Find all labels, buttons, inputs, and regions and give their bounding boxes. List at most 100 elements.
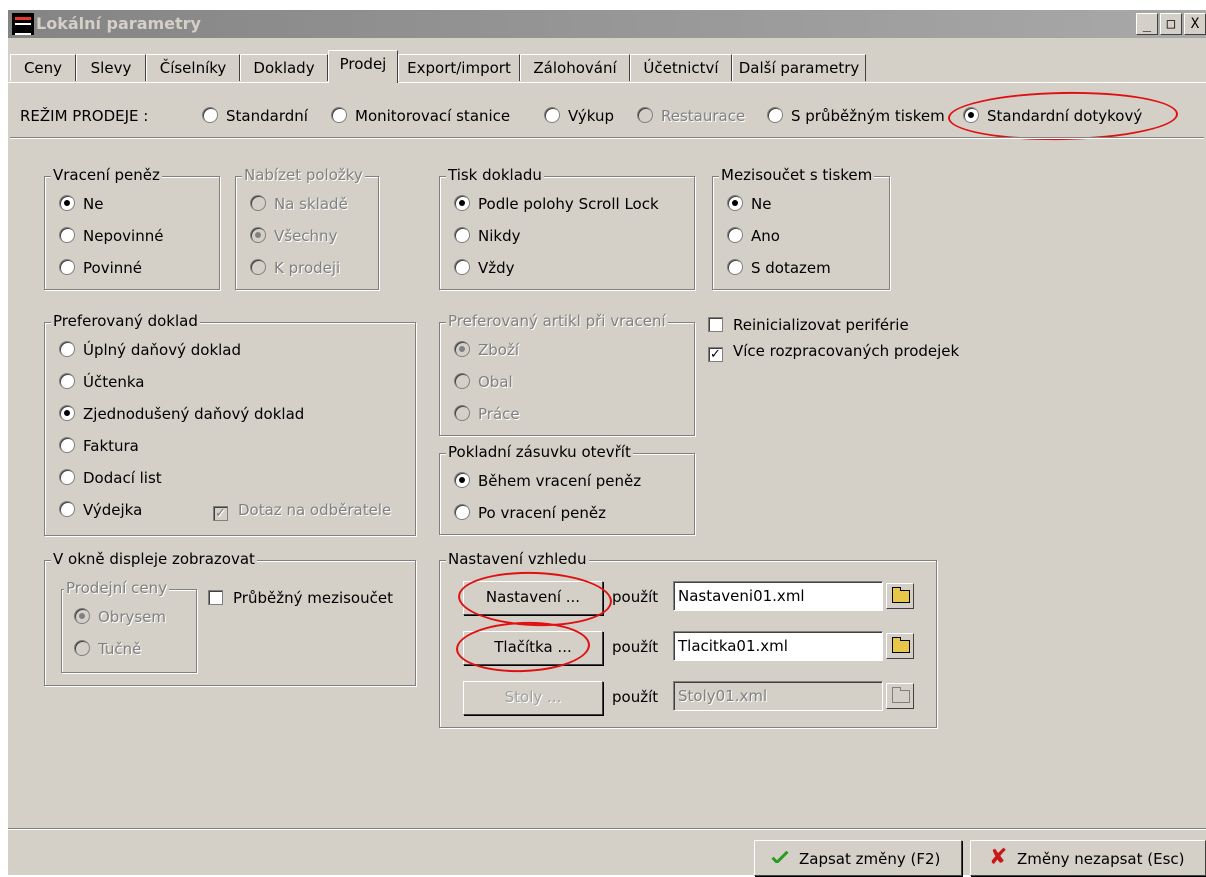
radio-icon <box>544 107 560 123</box>
radio-icon <box>59 469 75 485</box>
cancel-button[interactable]: ✘ Změny nezapsat (Esc) <box>970 840 1206 876</box>
radio-mezisoucet-ne[interactable]: Ne <box>727 195 771 213</box>
mode-option-prubezny-tisk[interactable]: S průběžným tiskem <box>767 107 945 125</box>
tab-doklady[interactable]: Doklady <box>240 54 328 81</box>
folder-icon <box>892 637 910 653</box>
radio-zbozi: Zboží <box>454 341 519 359</box>
group-title: Tisk dokladu <box>446 166 544 184</box>
radio-vsechny: Všechny <box>250 227 337 245</box>
radio-mezisoucet-ano[interactable]: Ano <box>727 227 780 245</box>
radio-nepovinne[interactable]: Nepovinné <box>59 227 163 245</box>
group-displej: V okně displeje zobrazovat Prodejní ceny… <box>44 550 416 686</box>
radio-dodaci-list[interactable]: Dodací list <box>59 469 162 487</box>
radio-vzdy[interactable]: Vždy <box>454 259 515 277</box>
cancel-label: Změny nezapsat (Esc) <box>1017 850 1185 868</box>
radio-zjednoduseny-doklad[interactable]: Zjednodušený daňový doklad <box>59 405 304 423</box>
window-title: Lokální parametry <box>36 14 201 33</box>
group-tisk-dokladu: Tisk dokladu Podle polohy Scroll Lock Ni… <box>439 166 695 290</box>
radio-selected-icon <box>727 195 743 211</box>
tab-ciselniky[interactable]: Číselníky <box>146 54 240 81</box>
radio-icon <box>454 405 470 421</box>
save-button[interactable]: Zapsat změny (F2) <box>754 840 962 876</box>
group-prodejni-ceny: Prodejní ceny Obrysem Tučně <box>61 579 197 673</box>
checkbox-prubezny-mezisoucet[interactable]: Průběžný mezisoučet <box>208 589 393 607</box>
option-label: Výkup <box>568 107 614 125</box>
option-label: Na skladě <box>274 195 348 213</box>
checkbox-reinicializovat[interactable]: Reinicializovat periférie <box>708 316 909 334</box>
tlacitka-button[interactable]: Tlačítka ... <box>463 631 603 665</box>
option-label: Ne <box>83 195 104 213</box>
footer-separator <box>8 828 1206 830</box>
radio-faktura[interactable]: Faktura <box>59 437 139 455</box>
radio-icon <box>454 227 470 243</box>
radio-icon <box>59 437 75 453</box>
radio-vydejka[interactable]: Výdejka <box>59 501 142 519</box>
option-label: Více rozpracovaných prodejek <box>733 342 960 360</box>
close-button[interactable]: X <box>1184 13 1206 35</box>
open-folder-button[interactable] <box>886 583 914 609</box>
option-label: Zjednodušený daňový doklad <box>83 405 305 423</box>
radio-icon <box>59 227 75 243</box>
radio-icon <box>59 373 75 389</box>
radio-icon <box>727 227 743 243</box>
tab-dalsi-parametry[interactable]: Další parametry <box>732 54 866 81</box>
use-label: použít <box>612 688 659 706</box>
title-bar[interactable]: Lokální parametry _ □ X <box>8 10 1206 38</box>
open-folder-button[interactable] <box>886 633 914 659</box>
tab-prodej[interactable]: Prodej <box>328 50 398 83</box>
radio-scroll-lock[interactable]: Podle polohy Scroll Lock <box>454 195 659 213</box>
option-label: Po vracení peněz <box>478 504 606 522</box>
group-title: Vracení peněz <box>51 166 162 184</box>
stoly-file-input: Stoly01.xml <box>673 681 883 711</box>
option-label: S průběžným tiskem <box>791 107 945 125</box>
checkbox-vice-prodejek[interactable]: ✓ Více rozpracovaných prodejek <box>708 342 959 362</box>
mode-option-restaurace: Restaurace <box>637 107 745 125</box>
group-vraceni-penez: Vracení peněz Ne Nepovinné Povinné <box>44 166 220 290</box>
radio-nikdy[interactable]: Nikdy <box>454 227 520 245</box>
radio-selected-icon <box>250 227 266 243</box>
radio-icon <box>74 640 90 656</box>
group-title: Nastavení vzhledu <box>446 550 589 568</box>
nastaveni-button[interactable]: Nastavení ... <box>463 581 603 615</box>
option-label: Tučně <box>98 640 142 658</box>
group-title: Mezisoučet s tiskem <box>719 166 875 184</box>
option-label: S dotazem <box>751 259 831 277</box>
group-title: V okně displeje zobrazovat <box>51 550 257 568</box>
radio-povinne[interactable]: Povinné <box>59 259 142 277</box>
radio-po-vraceni[interactable]: Po vracení peněz <box>454 504 606 522</box>
radio-na-sklade: Na skladě <box>250 195 348 213</box>
tab-ceny[interactable]: Ceny <box>10 54 76 81</box>
tlacitka-file-input[interactable]: Tlacitka01.xml <box>673 631 883 661</box>
minimize-button[interactable]: _ <box>1136 13 1158 35</box>
option-label: Úplný daňový doklad <box>83 341 242 359</box>
mode-option-vykup[interactable]: Výkup <box>544 107 614 125</box>
tab-slevy[interactable]: Slevy <box>76 54 146 81</box>
check-icon: ✓ <box>213 506 228 521</box>
nastaveni-file-input[interactable]: Nastaveni01.xml <box>673 581 883 611</box>
mode-option-monitorovaci[interactable]: Monitorovací stanice <box>331 107 510 125</box>
group-title: Nabízet položky <box>242 166 365 184</box>
maximize-button[interactable]: □ <box>1160 13 1182 35</box>
tab-strip-line <box>8 82 1206 83</box>
option-label: Obrysem <box>98 608 167 626</box>
mode-option-dotykovy[interactable]: Standardní dotykový <box>963 107 1142 125</box>
mode-option-standardni[interactable]: Standardní <box>202 107 308 125</box>
option-label: Restaurace <box>661 107 746 125</box>
radio-behem-vraceni[interactable]: Během vracení peněz <box>454 472 641 490</box>
group-preferovany-doklad: Preferovaný doklad Úplný daňový doklad Ú… <box>44 312 416 536</box>
option-label: Obal <box>478 373 513 391</box>
option-label: Práce <box>478 405 520 423</box>
radio-uplny-danovy-doklad[interactable]: Úplný daňový doklad <box>59 341 241 359</box>
window-controls: _ □ X <box>1134 13 1206 35</box>
check-icon: ✓ <box>708 347 723 362</box>
radio-uctenka[interactable]: Účtenka <box>59 373 144 391</box>
radio-ne[interactable]: Ne <box>59 195 103 213</box>
radio-mezisoucet-dotaz[interactable]: S dotazem <box>727 259 831 277</box>
radio-icon <box>250 259 266 275</box>
group-title: Pokladní zásuvku otevřít <box>446 443 633 461</box>
tab-ucetnictvi[interactable]: Účetnictví <box>630 54 732 81</box>
separator <box>10 137 1204 139</box>
tab-zalohovani[interactable]: Zálohování <box>520 54 630 81</box>
tab-export-import[interactable]: Export/import <box>398 54 520 81</box>
checkmark-icon <box>771 851 789 863</box>
